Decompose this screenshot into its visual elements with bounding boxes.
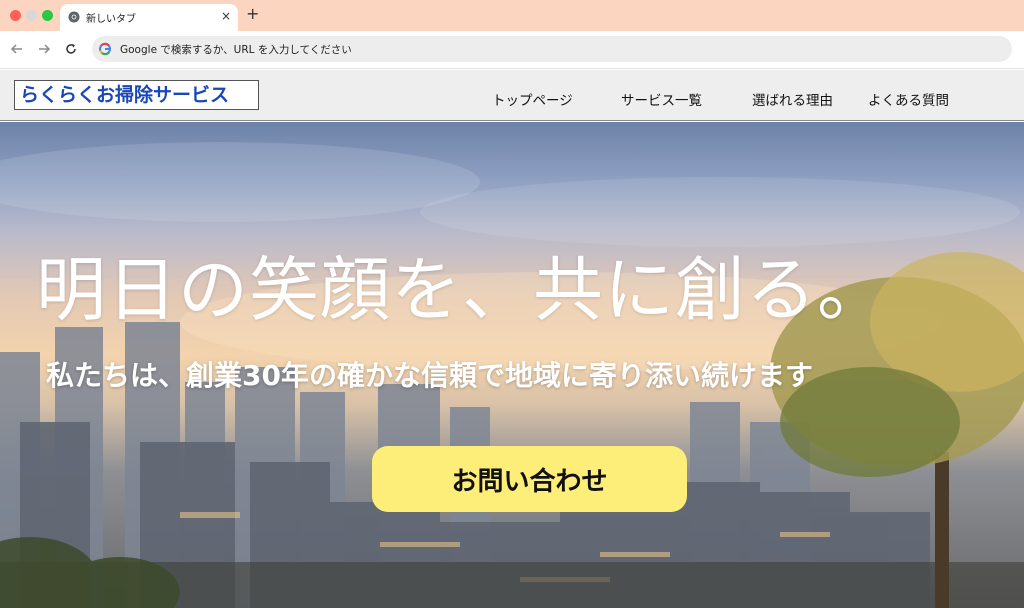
hero-title: 明日の笑顔を、共に創る。 [36, 249, 888, 331]
tab-title: 新しいタブ [86, 14, 136, 25]
close-tab-icon[interactable]: × [221, 9, 231, 23]
site-logo[interactable]: らくらくお掃除サービス [14, 80, 259, 110]
nav-item-top[interactable]: トップページ [492, 89, 573, 109]
maximize-window-button[interactable] [42, 10, 53, 21]
reload-icon[interactable] [62, 40, 80, 58]
nav-item-faq[interactable]: よくある質問 [868, 89, 949, 109]
address-placeholder: Google で検索するか、URL を入力してください [120, 44, 352, 56]
forward-arrow-icon[interactable] [35, 40, 53, 58]
contact-button[interactable]: お問い合わせ [372, 446, 687, 512]
back-arrow-icon[interactable] [8, 40, 26, 58]
new-tab-button[interactable]: + [246, 5, 259, 23]
nav-item-reasons[interactable]: 選ばれる理由 [752, 89, 833, 109]
browser-tab-bar: 新しいタブ × + [0, 0, 1024, 31]
address-bar[interactable]: Google で検索するか、URL を入力してください [92, 36, 1012, 62]
hero-section: 明日の笑顔を、共に創る。 私たちは、創業30年の確かな信頼で地域に寄り添い続けま… [0, 122, 1024, 608]
hero-subtitle: 私たちは、創業30年の確かな信頼で地域に寄り添い続けます [46, 359, 813, 392]
site-header: らくらくお掃除サービス トップページ サービス一覧 選ばれる理由 よくある質問 [0, 70, 1024, 121]
chrome-icon [68, 11, 80, 23]
minimize-window-button[interactable] [26, 10, 37, 21]
browser-tab[interactable]: 新しいタブ × [60, 4, 238, 31]
close-window-button[interactable] [10, 10, 21, 21]
nav-item-services[interactable]: サービス一覧 [621, 89, 702, 109]
google-icon [99, 42, 111, 56]
browser-toolbar: Google で検索するか、URL を入力してください [0, 31, 1024, 69]
